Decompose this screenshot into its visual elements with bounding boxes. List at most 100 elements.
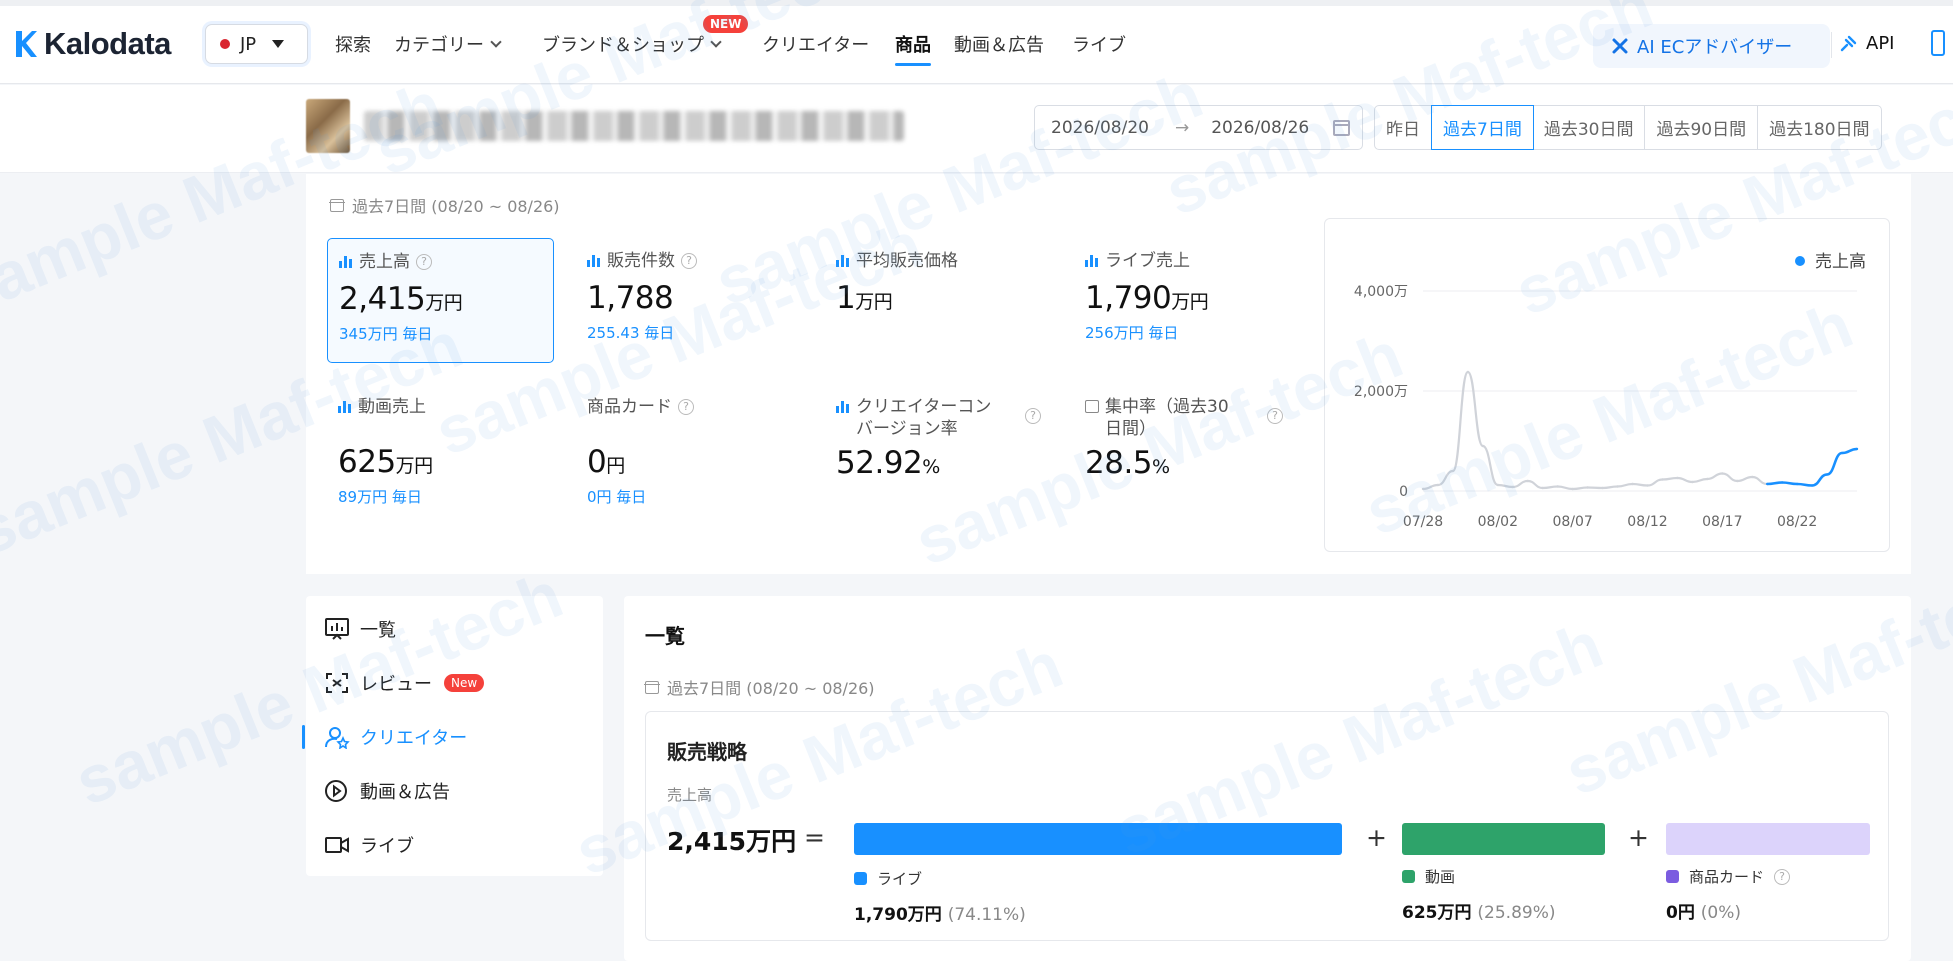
data-point: [1586, 486, 1589, 489]
help-icon[interactable]: ?: [416, 254, 432, 270]
menu-live[interactable]: ライブ: [324, 832, 414, 858]
kalodata-logo-icon: [16, 31, 37, 57]
equals-sign: =: [804, 823, 825, 852]
segment-bar-live[interactable]: [854, 823, 1342, 855]
new-badge: New: [444, 674, 485, 692]
help-icon[interactable]: ?: [678, 399, 694, 415]
quick-range-group: 昨日 過去7日間 過去30日間 過去90日間 過去180日間: [1374, 105, 1882, 150]
range-30d[interactable]: 過去30日間: [1533, 106, 1646, 149]
revenue-trend-chart[interactable]: 4,000万 2,000万 0 07/28 08/02 08/07 08/12 08/17 08…: [1324, 218, 1890, 552]
metric-product-card[interactable]: 商品カード? 0円 0円 毎日: [576, 384, 803, 524]
metric-unit: %: [1152, 456, 1170, 478]
strategy-metric: 売上高: [667, 786, 713, 804]
metric-label: 平均販売価格: [856, 251, 958, 271]
calendar-icon: [1333, 120, 1350, 136]
metric-units-sold[interactable]: 販売件数? 1,788 255.43 毎日: [576, 238, 803, 363]
metric-value: 1: [836, 280, 856, 316]
country-selector[interactable]: JP: [205, 24, 308, 64]
nav-product[interactable]: 商品: [895, 31, 931, 66]
range-7d[interactable]: 過去7日間: [1431, 105, 1534, 150]
menu-video-ads[interactable]: 動画＆広告: [324, 778, 450, 804]
data-point: [1646, 484, 1649, 487]
bar-chart-icon: [338, 401, 352, 413]
data-point: [1496, 483, 1500, 487]
legend-live: ライブ: [854, 868, 922, 889]
help-icon[interactable]: ?: [1774, 868, 1791, 885]
date-range-picker[interactable]: 2026/08/20 → 2026/08/26: [1034, 105, 1363, 150]
metric-value: 625: [338, 444, 396, 480]
metric-value: 28.5: [1085, 445, 1153, 481]
data-point: [1661, 478, 1664, 481]
nav-live[interactable]: ライブ: [1072, 31, 1126, 57]
metric-revenue[interactable]: 売上高? 2,415万円 345万円 毎日: [327, 238, 554, 363]
bar-chart-icon: [339, 256, 353, 268]
data-point: [1511, 485, 1514, 489]
play-circle-icon: [325, 780, 347, 802]
review-scan-icon: [326, 673, 348, 693]
legend-swatch: [854, 872, 867, 885]
logo[interactable]: Kalodata: [14, 26, 171, 62]
metric-unit: 万円: [1171, 291, 1209, 313]
nav-video-ads[interactable]: 動画＆広告: [954, 31, 1044, 57]
legend-swatch: [1666, 870, 1679, 883]
nav-category[interactable]: カテゴリー: [394, 31, 502, 57]
help-icon[interactable]: ?: [1267, 408, 1283, 424]
help-icon[interactable]: ?: [681, 253, 697, 269]
range-yesterday[interactable]: 昨日: [1375, 106, 1432, 149]
metric-daily: 345万円 毎日: [339, 325, 433, 343]
x-tick-label: 07/28: [1403, 514, 1443, 530]
sparkle-icon: [1612, 38, 1628, 54]
metric-concentration[interactable]: 集中率（過去30日間）? 28.5%: [1074, 384, 1301, 524]
bar-chart-icon: [587, 255, 601, 267]
segment-value-video: 625万円 (25.89%): [1402, 903, 1556, 923]
data-point: [1631, 482, 1634, 486]
menu-overview[interactable]: 一覧: [324, 616, 396, 642]
legend-label: 売上高: [1815, 252, 1866, 272]
x-tick-label: 08/12: [1627, 514, 1667, 530]
data-point: [1825, 473, 1829, 476]
segment-bar-product-card[interactable]: [1666, 823, 1870, 855]
metric-unit: 万円: [425, 292, 463, 314]
data-point: [1541, 486, 1544, 490]
plus-sign: +: [1366, 823, 1387, 852]
metric-label: ライブ売上: [1105, 251, 1190, 271]
help-icon[interactable]: ?: [1025, 408, 1041, 424]
nav-brand-shop[interactable]: ブランド＆ショップ: [542, 31, 722, 57]
nav-creator[interactable]: クリエイター: [762, 31, 869, 57]
overview-panel: 一覧 過去7日間 (08/20 ~ 08/26) 販売戦略 売上高 2,415万…: [624, 596, 1911, 961]
range-90d[interactable]: 過去90日間: [1645, 106, 1759, 149]
range-180d[interactable]: 過去180日間: [1758, 106, 1880, 149]
data-point: [1810, 484, 1814, 487]
strategy-title: 販売戦略: [667, 740, 747, 764]
data-point: [1451, 469, 1455, 473]
data-point: [1736, 479, 1739, 483]
ai-advisor-button[interactable]: AI ECアドバイザー: [1593, 24, 1830, 68]
calendar-icon: [329, 198, 345, 212]
brand-name: Kalodata: [44, 26, 171, 61]
segment-bar-video[interactable]: [1402, 823, 1605, 855]
bar-chart-icon: [836, 255, 850, 267]
y-tick-label: 2,000万: [1354, 384, 1408, 400]
data-point: [1481, 444, 1485, 448]
nav-explore[interactable]: 探索: [335, 31, 371, 57]
x-tick-label: 08/22: [1777, 514, 1817, 530]
metric-video-revenue[interactable]: 動画売上 625万円 89万円 毎日: [327, 384, 554, 524]
date-end: 2026/08/26: [1211, 117, 1310, 138]
japan-flag-icon: [220, 39, 230, 49]
metric-creator-conversion[interactable]: クリエイターコンバージョン率? 52.92%: [825, 384, 1052, 524]
divider: [1831, 32, 1832, 58]
api-link[interactable]: API: [1838, 33, 1894, 54]
mobile-icon[interactable]: [1931, 30, 1945, 56]
caret-down-icon: [272, 40, 285, 48]
x-tick-label: 08/17: [1702, 514, 1742, 530]
menu-creator[interactable]: クリエイター: [302, 724, 467, 750]
metric-live-revenue[interactable]: ライブ売上 1,790万円 256万円 毎日: [1074, 238, 1301, 363]
metric-avg-price[interactable]: 平均販売価格 1万円: [825, 238, 1052, 363]
menu-review[interactable]: レビュー New: [324, 670, 485, 696]
legend-video: 動画: [1402, 866, 1455, 887]
legend-swatch: [1402, 870, 1415, 883]
bar-chart-icon: [1085, 255, 1099, 267]
bar-chart-icon: [836, 401, 850, 413]
x-tick-label: 08/02: [1478, 514, 1518, 530]
data-point: [1795, 482, 1799, 486]
